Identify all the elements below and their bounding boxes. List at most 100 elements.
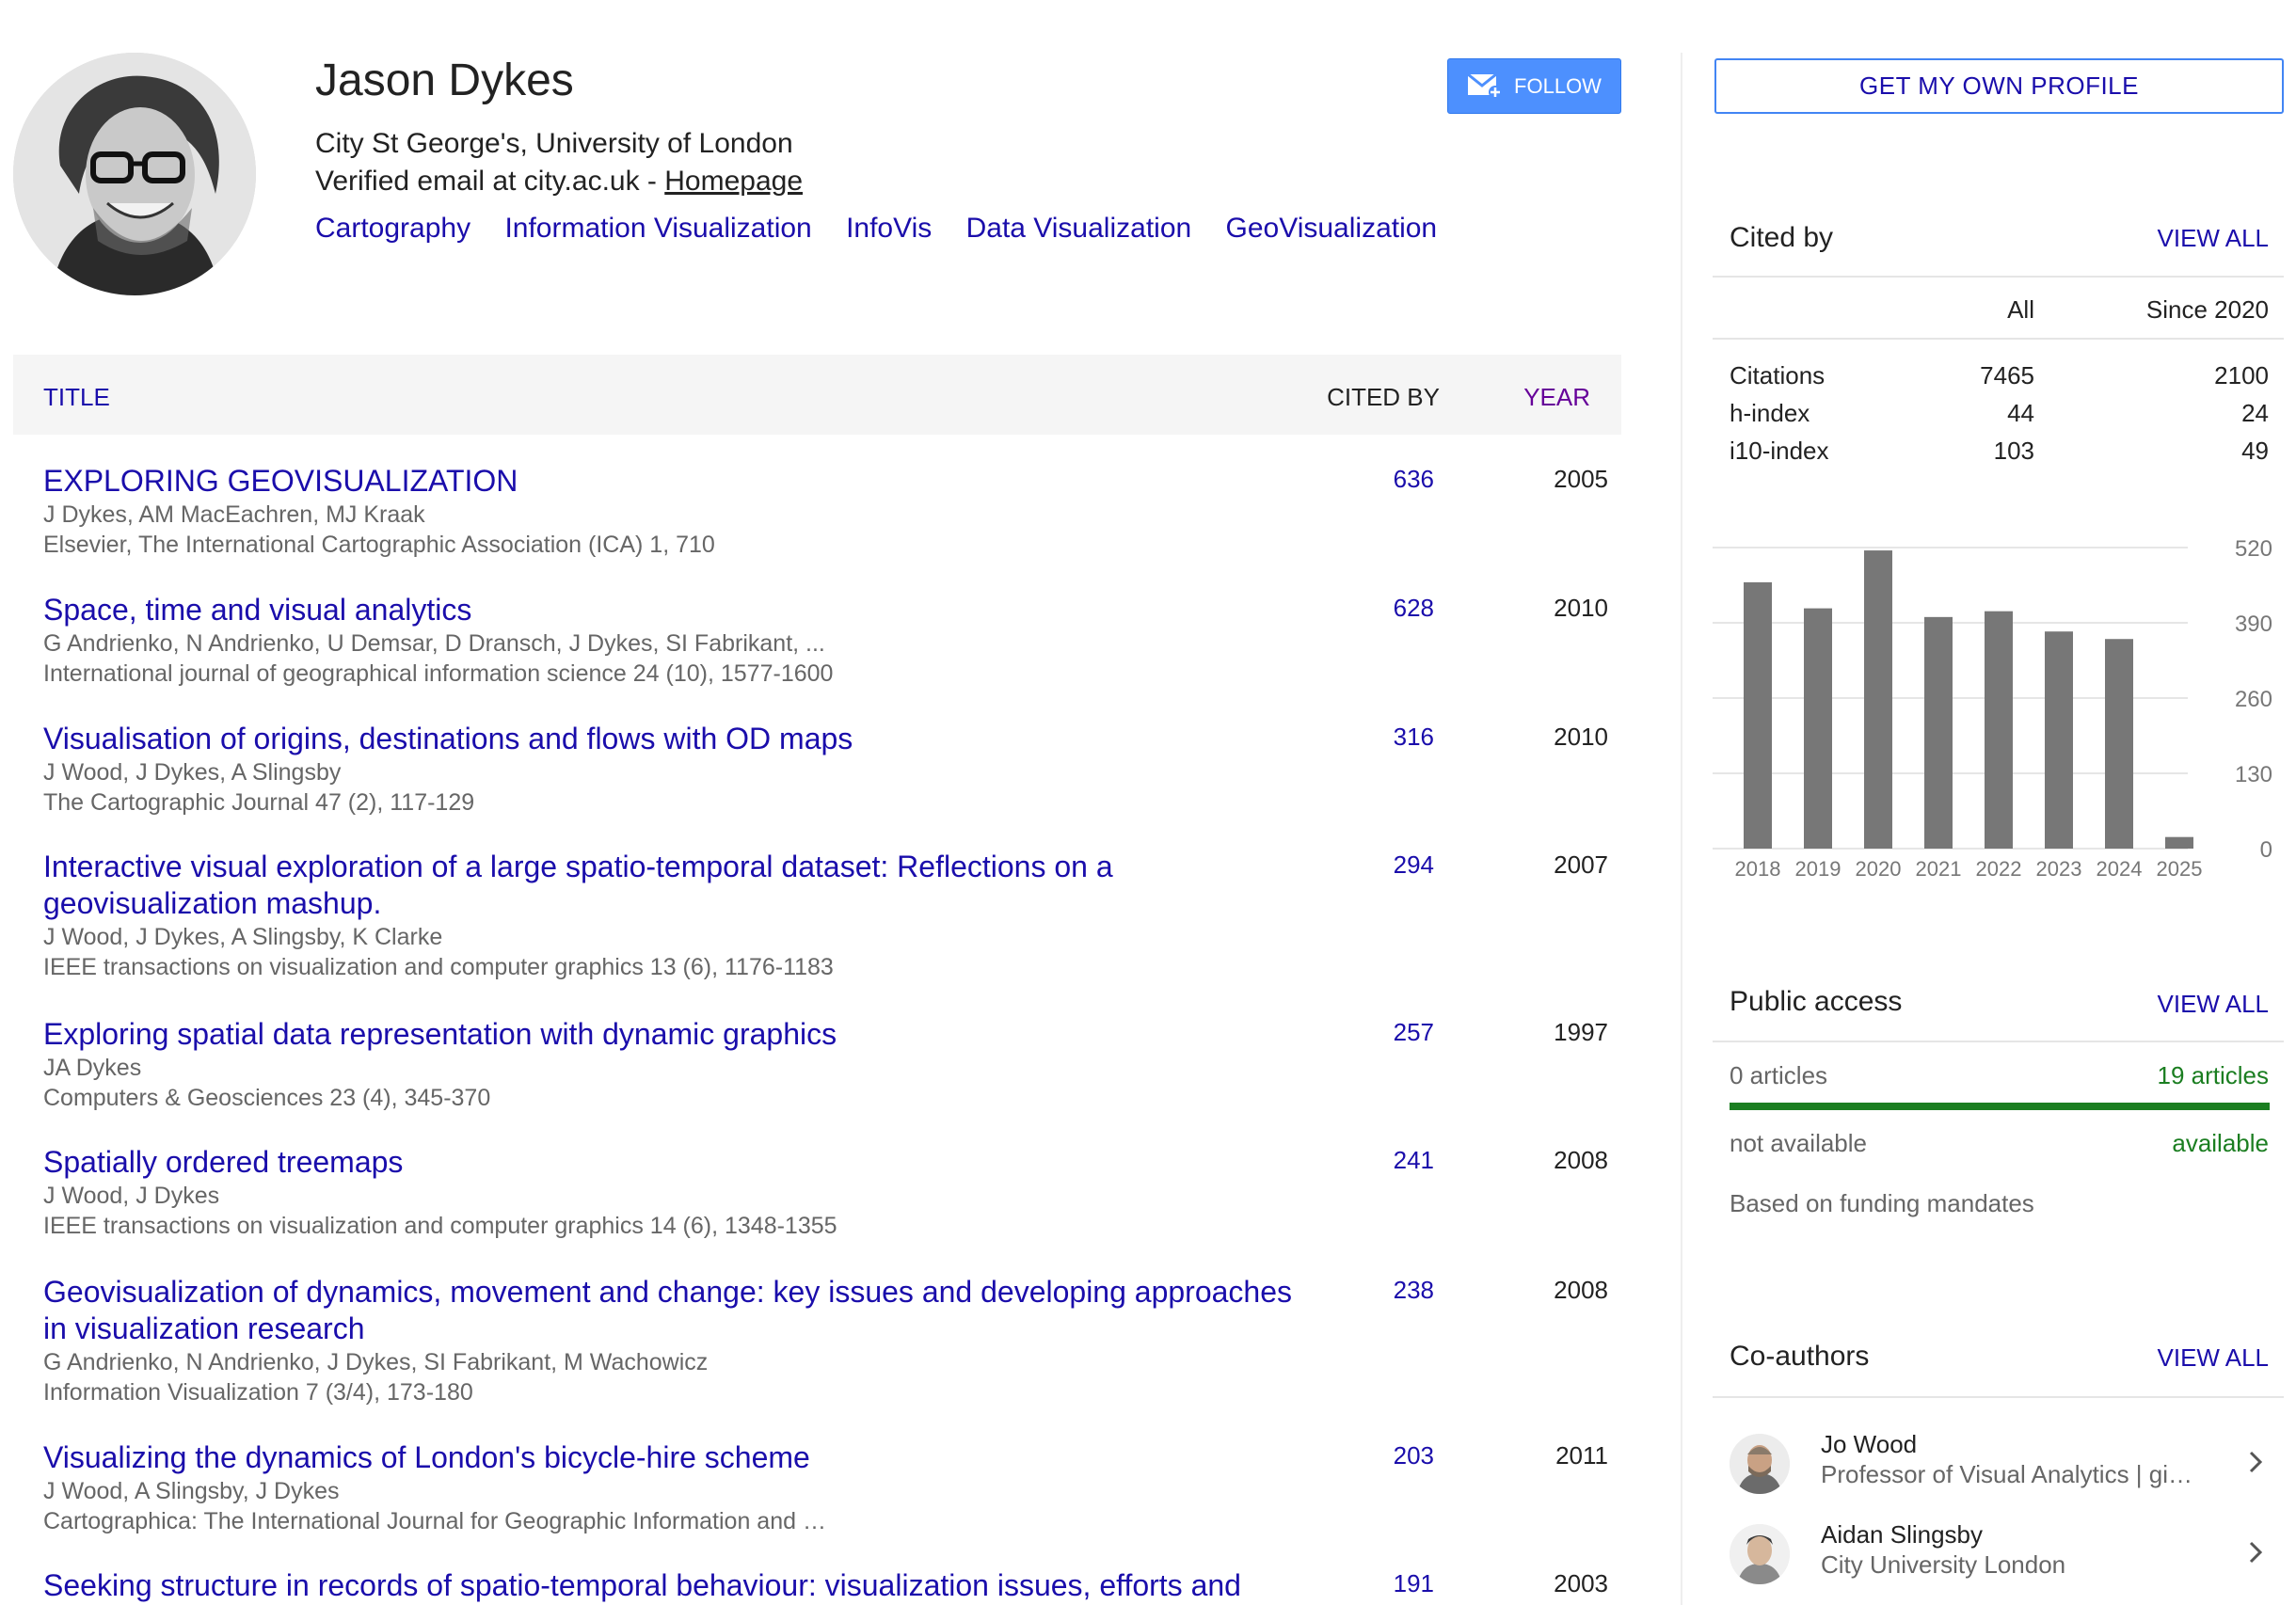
chart-bar-2020[interactable]: [1864, 550, 1892, 849]
articles-table-header: TITLE CITED BY YEAR: [13, 355, 1621, 435]
chart-bar-2022[interactable]: [1985, 611, 2013, 849]
chart-bar-2023[interactable]: [2045, 631, 2073, 849]
article-authors: JA Dykes: [43, 1055, 142, 1081]
chart-y-tick-label: 520: [2235, 536, 2272, 562]
follow-button[interactable]: FOLLOW: [1447, 58, 1621, 114]
divider: [1713, 1396, 2284, 1398]
article-row: Space, time and visual analytics G Andri…: [43, 592, 1608, 689]
article-cited-by[interactable]: 316: [1394, 723, 1434, 752]
sort-by-year[interactable]: YEAR: [1523, 383, 1590, 412]
article-row: Visualisation of origins, destinations a…: [43, 721, 1608, 818]
article-cited-by[interactable]: 636: [1394, 465, 1434, 494]
article-authors: J Wood, J Dykes, A Slingsby, K Clarke: [43, 924, 443, 950]
profile-affiliation: City St George's, University of London: [315, 128, 793, 159]
chart-x-tick-label: 2018: [1735, 857, 1781, 881]
article-venue: Information Visualization 7 (3/4), 173-1…: [43, 1379, 473, 1406]
mail-plus-icon: [1467, 72, 1503, 99]
article-title[interactable]: Geovisualization of dynamics, movement a…: [43, 1274, 1323, 1347]
interest-information-visualization[interactable]: Information Visualization: [504, 213, 811, 244]
coauthor-name: Aidan Slingsby: [1821, 1520, 1983, 1549]
stat-citations-all: 7465: [1980, 361, 2034, 389]
chart-x-tick-label: 2021: [1916, 857, 1962, 881]
chart-bar-2021[interactable]: [1924, 616, 1953, 849]
article-row: Interactive visual exploration of a larg…: [43, 849, 1608, 982]
sort-by-title[interactable]: TITLE: [43, 383, 110, 412]
coauthor-item[interactable]: Aidan Slingsby City University London: [1713, 1518, 2284, 1599]
article-title[interactable]: Interactive visual exploration of a larg…: [43, 849, 1323, 922]
chart-bar-2024[interactable]: [2105, 639, 2133, 849]
article-authors: J Wood, J Dykes, A Slingsby: [43, 759, 342, 786]
chart-y-tick-label: 130: [2235, 762, 2272, 787]
stat-h-index-all: 44: [2007, 399, 2034, 427]
public-access-progress-bar: [1730, 1103, 2270, 1110]
article-cited-by[interactable]: 191: [1394, 1569, 1434, 1598]
stat-label-i10-index: i10-index: [1730, 437, 1829, 465]
article-title[interactable]: EXPLORING GEOVISUALIZATION: [43, 463, 1323, 500]
divider: [1713, 338, 2284, 340]
chart-x-tick-label: 2022: [1976, 857, 2022, 881]
research-interests: Cartography Information Visualization In…: [315, 213, 1463, 245]
chart-bar-2025[interactable]: [2165, 836, 2193, 849]
stat-i10-index-all: 103: [1993, 437, 2034, 465]
article-year: 2005: [1554, 465, 1608, 493]
coauthors-title: Co-authors: [1730, 1341, 1870, 1372]
available-count[interactable]: 19 articles: [2158, 1061, 2270, 1090]
interest-cartography[interactable]: Cartography: [315, 213, 470, 244]
citations-per-year-chart: 520 390 260 130 0 2018 2019 2020 2021 2022 2023 202…: [1713, 536, 2272, 881]
chevron-right-icon: [2249, 1451, 2263, 1473]
article-cited-by[interactable]: 238: [1394, 1276, 1434, 1305]
article-cited-by[interactable]: 241: [1394, 1146, 1434, 1175]
article-authors: J Wood, J Dykes: [43, 1183, 220, 1209]
article-year: 2010: [1554, 594, 1608, 622]
interest-geovisualization[interactable]: GeoVisualization: [1226, 213, 1438, 244]
interest-data-visualization[interactable]: Data Visualization: [966, 213, 1192, 244]
chart-y-tick-label: 0: [2260, 837, 2272, 863]
article-cited-by[interactable]: 628: [1394, 594, 1434, 623]
public-access-view-all[interactable]: VIEW ALL: [2158, 990, 2270, 1019]
funding-mandates-note: Based on funding mandates: [1730, 1189, 2034, 1217]
article-authors: J Wood, A Slingsby, J Dykes: [43, 1478, 340, 1504]
public-access-title: Public access: [1730, 986, 1903, 1017]
article-title[interactable]: Space, time and visual analytics: [43, 592, 1323, 628]
interest-infovis[interactable]: InfoVis: [846, 213, 932, 244]
chart-y-tick-label: 260: [2235, 687, 2272, 712]
article-title[interactable]: Exploring spatial data representation wi…: [43, 1016, 1323, 1053]
article-title[interactable]: Spatially ordered treemaps: [43, 1144, 1323, 1181]
article-title[interactable]: Visualisation of origins, destinations a…: [43, 721, 1323, 757]
divider: [1713, 1041, 2284, 1042]
article-row: Geovisualization of dynamics, movement a…: [43, 1274, 1608, 1407]
article-title[interactable]: Seeking structure in records of spatio-t…: [43, 1567, 1323, 1604]
article-year: 2003: [1554, 1569, 1608, 1597]
article-cited-by[interactable]: 257: [1394, 1018, 1434, 1047]
cited-by-view-all[interactable]: VIEW ALL: [2158, 224, 2270, 253]
divider: [1713, 276, 2284, 278]
chart-bar-2018[interactable]: [1744, 581, 1772, 849]
stat-citations-since: 2100: [2214, 361, 2269, 389]
chart-bar-2019[interactable]: [1804, 608, 1832, 849]
sort-by-cited[interactable]: CITED BY: [1327, 383, 1440, 412]
article-title[interactable]: Visualizing the dynamics of London's bic…: [43, 1439, 1323, 1476]
coauthor-affiliation: Professor of Visual Analytics | giCentre: [1821, 1460, 2197, 1488]
article-year: 2007: [1554, 850, 1608, 879]
stat-label-citations: Citations: [1730, 361, 1826, 389]
chart-x-tick-label: 2020: [1856, 857, 1902, 881]
article-row: Spatially ordered treemaps J Wood, J Dyk…: [43, 1144, 1608, 1241]
article-row: EXPLORING GEOVISUALIZATION J Dykes, AM M…: [43, 463, 1608, 560]
homepage-link[interactable]: Homepage: [664, 166, 803, 197]
coauthors-view-all[interactable]: VIEW ALL: [2158, 1343, 2270, 1373]
not-available-label: not available: [1730, 1129, 1867, 1157]
stat-i10-index-since: 49: [2241, 437, 2269, 465]
article-venue: International journal of geographical in…: [43, 660, 834, 687]
article-cited-by[interactable]: 294: [1394, 850, 1434, 880]
not-available-count[interactable]: 0 articles: [1730, 1061, 1827, 1090]
coauthor-item[interactable]: Jo Wood Professor of Visual Analytics | …: [1713, 1428, 2284, 1509]
chart-x-tick-label: 2025: [2157, 857, 2203, 881]
cited-by-title: Cited by: [1730, 222, 1834, 253]
follow-label: FOLLOW: [1514, 73, 1602, 98]
available-label: available: [2172, 1129, 2269, 1157]
article-cited-by[interactable]: 203: [1394, 1441, 1434, 1470]
get-my-own-profile-button[interactable]: GET MY OWN PROFILE: [1714, 58, 2284, 114]
coauthor-avatar: [1730, 1524, 1790, 1584]
profile-photo: [13, 53, 256, 295]
coauthor-affiliation: City University London: [1821, 1550, 2066, 1579]
